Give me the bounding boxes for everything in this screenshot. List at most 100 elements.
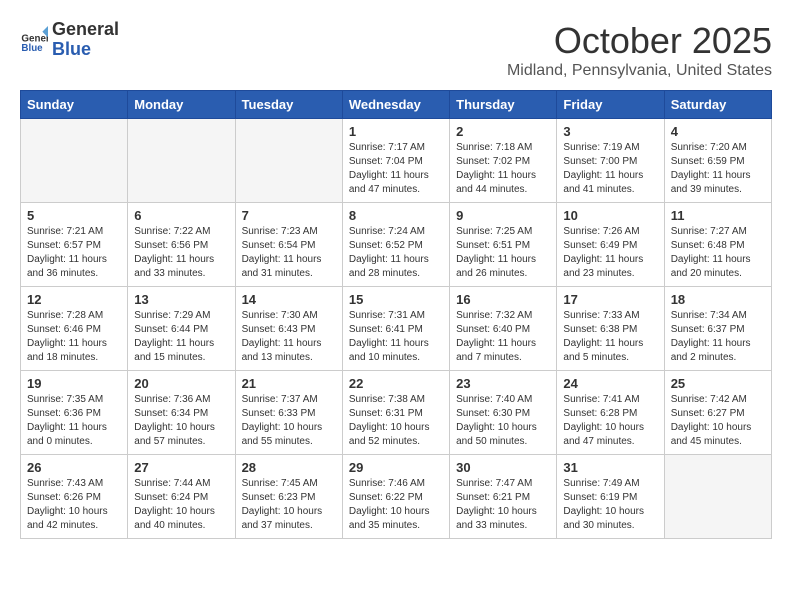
calendar-day-cell: 20 Sunrise: 7:36 AM Sunset: 6:34 PM Dayli… — [128, 371, 235, 455]
day-info: Sunrise: 7:21 AM Sunset: 6:57 PM Dayligh… — [27, 225, 121, 281]
day-number: 17 — [563, 292, 657, 307]
weekday-header-thursday: Thursday — [450, 91, 557, 119]
day-number: 31 — [563, 460, 657, 475]
calendar-day-cell: 12 Sunrise: 7:28 AM Sunset: 6:46 PM Dayli… — [21, 287, 128, 371]
day-number: 26 — [27, 460, 121, 475]
day-number: 19 — [27, 376, 121, 391]
day-number: 6 — [134, 208, 228, 223]
weekday-header-saturday: Saturday — [664, 91, 771, 119]
day-info: Sunrise: 7:28 AM Sunset: 6:46 PM Dayligh… — [27, 309, 121, 365]
day-number: 25 — [671, 376, 765, 391]
calendar-day-cell — [128, 119, 235, 203]
day-number: 13 — [134, 292, 228, 307]
calendar-day-cell: 27Sunrise: 7:44 AM Sunset: 6:24 PM Dayli… — [128, 455, 235, 539]
day-number: 14 — [242, 292, 336, 307]
svg-text:Blue: Blue — [21, 43, 43, 54]
day-info: Sunrise: 7:45 AM Sunset: 6:23 PM Dayligh… — [242, 477, 336, 533]
day-info: Sunrise: 7:35 AM Sunset: 6:36 PM Dayligh… — [27, 393, 121, 449]
day-info: Sunrise: 7:43 AM Sunset: 6:26 PM Dayligh… — [27, 477, 121, 533]
calendar-week-row: 19 Sunrise: 7:35 AM Sunset: 6:36 PM Dayli… — [21, 371, 772, 455]
day-info: Sunrise: 7:23 AM Sunset: 6:54 PM Dayligh… — [242, 225, 336, 281]
calendar-day-cell: 31 Sunrise: 7:49 AM Sunset: 6:19 PM Dayli… — [557, 455, 664, 539]
day-info: Sunrise: 7:17 AM Sunset: 7:04 PM Dayligh… — [349, 141, 443, 197]
logo: General Blue General Blue — [20, 20, 119, 60]
weekday-header-sunday: Sunday — [21, 91, 128, 119]
day-info: Sunrise: 7:37 AM Sunset: 6:33 PM Dayligh… — [242, 393, 336, 449]
calendar-day-cell: 14Sunrise: 7:30 AM Sunset: 6:43 PM Dayli… — [235, 287, 342, 371]
weekday-header-friday: Friday — [557, 91, 664, 119]
day-info: Sunrise: 7:47 AM Sunset: 6:21 PM Dayligh… — [456, 477, 550, 533]
day-number: 28 — [242, 460, 336, 475]
calendar-day-cell: 1Sunrise: 7:17 AM Sunset: 7:04 PM Daylig… — [342, 119, 449, 203]
day-info: Sunrise: 7:26 AM Sunset: 6:49 PM Dayligh… — [563, 225, 657, 281]
calendar-day-cell: 8 Sunrise: 7:24 AM Sunset: 6:52 PM Daylig… — [342, 203, 449, 287]
day-number: 9 — [456, 208, 550, 223]
day-info: Sunrise: 7:32 AM Sunset: 6:40 PM Dayligh… — [456, 309, 550, 365]
day-number: 7 — [242, 208, 336, 223]
calendar-day-cell: 6Sunrise: 7:22 AM Sunset: 6:56 PM Daylig… — [128, 203, 235, 287]
title-block: October 2025 Midland, Pennsylvania, Unit… — [507, 20, 772, 80]
calendar-day-cell: 10 Sunrise: 7:26 AM Sunset: 6:49 PM Dayli… — [557, 203, 664, 287]
day-number: 3 — [563, 124, 657, 139]
day-info: Sunrise: 7:41 AM Sunset: 6:28 PM Dayligh… — [563, 393, 657, 449]
day-info: Sunrise: 7:24 AM Sunset: 6:52 PM Dayligh… — [349, 225, 443, 281]
logo-blue: Blue — [52, 39, 91, 59]
calendar-week-row: 5 Sunrise: 7:21 AM Sunset: 6:57 PM Daylig… — [21, 203, 772, 287]
day-info: Sunrise: 7:25 AM Sunset: 6:51 PM Dayligh… — [456, 225, 550, 281]
calendar-week-row: 26 Sunrise: 7:43 AM Sunset: 6:26 PM Dayli… — [21, 455, 772, 539]
calendar-day-cell: 25 Sunrise: 7:42 AM Sunset: 6:27 PM Dayli… — [664, 371, 771, 455]
day-info: Sunrise: 7:38 AM Sunset: 6:31 PM Dayligh… — [349, 393, 443, 449]
day-number: 5 — [27, 208, 121, 223]
calendar-day-cell: 30 Sunrise: 7:47 AM Sunset: 6:21 PM Dayli… — [450, 455, 557, 539]
location-subtitle: Midland, Pennsylvania, United States — [507, 62, 772, 80]
weekday-header-monday: Monday — [128, 91, 235, 119]
calendar-day-cell: 7 Sunrise: 7:23 AM Sunset: 6:54 PM Daylig… — [235, 203, 342, 287]
calendar-day-cell: 9 Sunrise: 7:25 AM Sunset: 6:51 PM Daylig… — [450, 203, 557, 287]
calendar-day-cell: 4Sunrise: 7:20 AM Sunset: 6:59 PM Daylig… — [664, 119, 771, 203]
calendar-day-cell: 2Sunrise: 7:18 AM Sunset: 7:02 PM Daylig… — [450, 119, 557, 203]
day-number: 30 — [456, 460, 550, 475]
day-info: Sunrise: 7:49 AM Sunset: 6:19 PM Dayligh… — [563, 477, 657, 533]
calendar-day-cell: 13 Sunrise: 7:29 AM Sunset: 6:44 PM Dayli… — [128, 287, 235, 371]
day-number: 8 — [349, 208, 443, 223]
calendar-day-cell: 17Sunrise: 7:33 AM Sunset: 6:38 PM Dayli… — [557, 287, 664, 371]
weekday-header-row: SundayMondayTuesdayWednesdayThursdayFrid… — [21, 91, 772, 119]
calendar-week-row: 12 Sunrise: 7:28 AM Sunset: 6:46 PM Dayli… — [21, 287, 772, 371]
calendar-day-cell — [235, 119, 342, 203]
calendar-day-cell: 15Sunrise: 7:31 AM Sunset: 6:41 PM Dayli… — [342, 287, 449, 371]
day-number: 20 — [134, 376, 228, 391]
calendar-day-cell: 18 Sunrise: 7:34 AM Sunset: 6:37 PM Dayli… — [664, 287, 771, 371]
day-number: 11 — [671, 208, 765, 223]
day-number: 16 — [456, 292, 550, 307]
day-info: Sunrise: 7:34 AM Sunset: 6:37 PM Dayligh… — [671, 309, 765, 365]
weekday-header-wednesday: Wednesday — [342, 91, 449, 119]
day-number: 10 — [563, 208, 657, 223]
month-title: October 2025 — [507, 20, 772, 62]
day-info: Sunrise: 7:42 AM Sunset: 6:27 PM Dayligh… — [671, 393, 765, 449]
calendar-week-row: 1Sunrise: 7:17 AM Sunset: 7:04 PM Daylig… — [21, 119, 772, 203]
day-number: 21 — [242, 376, 336, 391]
day-number: 23 — [456, 376, 550, 391]
logo-icon: General Blue — [20, 26, 48, 54]
calendar-day-cell: 21 Sunrise: 7:37 AM Sunset: 6:33 PM Dayli… — [235, 371, 342, 455]
logo-text: General Blue — [52, 20, 119, 60]
day-info: Sunrise: 7:40 AM Sunset: 6:30 PM Dayligh… — [456, 393, 550, 449]
day-number: 18 — [671, 292, 765, 307]
calendar-day-cell: 19 Sunrise: 7:35 AM Sunset: 6:36 PM Dayli… — [21, 371, 128, 455]
calendar-day-cell: 5 Sunrise: 7:21 AM Sunset: 6:57 PM Daylig… — [21, 203, 128, 287]
calendar-day-cell: 24 Sunrise: 7:41 AM Sunset: 6:28 PM Dayli… — [557, 371, 664, 455]
calendar-day-cell: 22 Sunrise: 7:38 AM Sunset: 6:31 PM Dayli… — [342, 371, 449, 455]
calendar-day-cell: 23 Sunrise: 7:40 AM Sunset: 6:30 PM Dayli… — [450, 371, 557, 455]
calendar-day-cell — [664, 455, 771, 539]
day-info: Sunrise: 7:18 AM Sunset: 7:02 PM Dayligh… — [456, 141, 550, 197]
day-number: 12 — [27, 292, 121, 307]
page-header: General Blue General Blue October 2025 M… — [20, 20, 772, 80]
day-number: 27 — [134, 460, 228, 475]
day-number: 24 — [563, 376, 657, 391]
day-info: Sunrise: 7:20 AM Sunset: 6:59 PM Dayligh… — [671, 141, 765, 197]
day-info: Sunrise: 7:29 AM Sunset: 6:44 PM Dayligh… — [134, 309, 228, 365]
day-number: 22 — [349, 376, 443, 391]
day-info: Sunrise: 7:36 AM Sunset: 6:34 PM Dayligh… — [134, 393, 228, 449]
day-info: Sunrise: 7:19 AM Sunset: 7:00 PM Dayligh… — [563, 141, 657, 197]
calendar-day-cell: 28 Sunrise: 7:45 AM Sunset: 6:23 PM Dayli… — [235, 455, 342, 539]
